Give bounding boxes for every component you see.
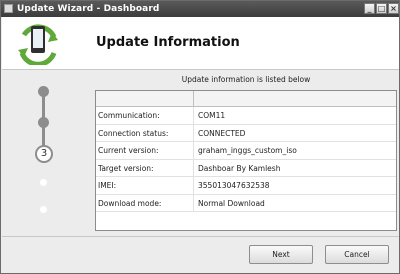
minimize-button[interactable]: _ xyxy=(364,3,375,14)
table-row: Communication: COM11 xyxy=(96,107,396,125)
app-icon xyxy=(4,4,13,13)
row-value: Normal Download xyxy=(198,198,265,208)
column-header-value[interactable] xyxy=(194,91,396,106)
wizard-header: Update Information xyxy=(2,17,399,70)
title-bar[interactable]: Update Wizard - Dashboard _ □ × xyxy=(1,1,399,17)
column-header-key[interactable] xyxy=(96,91,194,106)
row-value: CONNECTED xyxy=(198,128,246,138)
table-row: Connection status: CONNECTED xyxy=(96,124,396,142)
row-key: Communication: xyxy=(96,107,194,124)
next-button[interactable]: Next xyxy=(249,245,313,264)
table-row: IMEI: 355013047632538 xyxy=(96,177,396,195)
row-value: Dashboar By Kamlesh xyxy=(198,163,281,173)
footer-divider xyxy=(2,236,399,237)
update-wizard-window: Update Wizard - Dashboard _ □ × Update I… xyxy=(0,0,400,274)
update-info-table: Communication: COM11 Connection status: … xyxy=(95,90,397,231)
table-row: Download mode: Normal Download xyxy=(96,194,396,212)
row-key: IMEI: xyxy=(96,177,194,194)
page-title: Update Information xyxy=(96,35,240,50)
table-header xyxy=(96,91,396,107)
table-row: Target version: Dashboar By Kamlesh xyxy=(96,159,396,177)
step-2-complete xyxy=(38,117,49,128)
row-value: graham_inggs_custom_iso xyxy=(198,146,297,155)
row-value: 355013047632538 xyxy=(198,181,270,190)
row-key: Connection status: xyxy=(96,124,194,141)
row-key: Target version: xyxy=(96,159,194,176)
window-title: Update Wizard - Dashboard xyxy=(17,4,160,14)
maximize-button[interactable]: □ xyxy=(376,3,387,14)
close-button[interactable]: × xyxy=(388,3,399,14)
step-indicator: 3 xyxy=(31,85,55,225)
info-caption: Update information is listed below xyxy=(181,75,311,84)
cancel-button[interactable]: Cancel xyxy=(325,245,389,264)
step-1-complete xyxy=(38,86,49,97)
step-3-current: 3 xyxy=(35,145,53,163)
row-key: Download mode: xyxy=(96,194,194,211)
row-key: Current version: xyxy=(96,142,194,159)
step-4-pending xyxy=(40,179,47,186)
row-value: COM11 xyxy=(198,111,226,120)
table-row: Current version: graham_inggs_custom_iso xyxy=(96,142,396,160)
step-5-pending xyxy=(40,206,47,213)
phone-update-icon xyxy=(18,24,58,65)
